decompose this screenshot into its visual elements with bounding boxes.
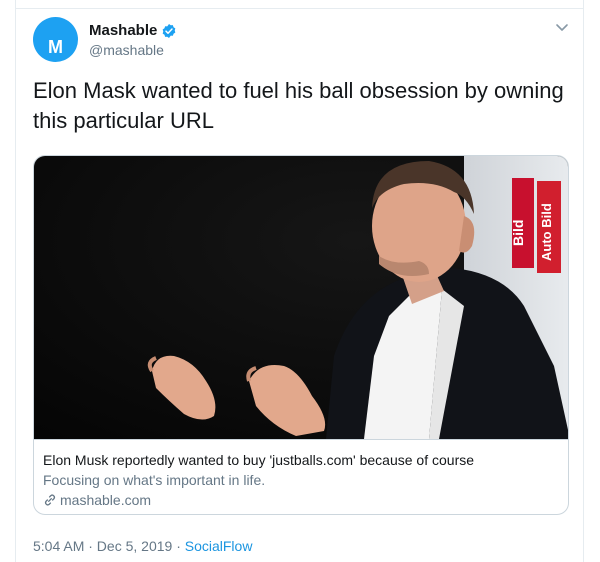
- divider: [16, 8, 583, 9]
- card-description: Focusing on what's important in life.: [43, 472, 266, 488]
- avatar[interactable]: M: [33, 17, 78, 62]
- chevron-down-icon[interactable]: [555, 22, 569, 32]
- tweet-source-link[interactable]: SocialFlow: [185, 538, 253, 554]
- avatar-letter: M: [48, 37, 63, 57]
- card-domain: mashable.com: [60, 492, 152, 508]
- tweet-meta: 5:04 AM · Dec 5, 2019 · SocialFlow: [33, 538, 252, 554]
- link-card[interactable]: Bild Auto Bild Elon Musk reportedly want…: [33, 155, 569, 515]
- author-handle[interactable]: @mashable: [89, 42, 164, 58]
- card-domain-row: mashable.com: [43, 492, 151, 508]
- tweet-container: M Mashable @mashable Elon Mask wanted to…: [15, 0, 584, 562]
- author-name-row[interactable]: Mashable: [89, 22, 177, 39]
- tweet-text: Elon Mask wanted to fuel his ball obsess…: [33, 78, 564, 133]
- link-icon: [45, 494, 55, 506]
- backdrop-text-2: Auto Bild: [539, 203, 554, 261]
- tweet-timestamp[interactable]: 5:04 AM · Dec 5, 2019 ·: [33, 538, 181, 554]
- verified-badge-icon: [163, 23, 176, 38]
- backdrop-text-1: Bild: [510, 220, 526, 246]
- card-title[interactable]: Elon Musk reportedly wanted to buy 'just…: [43, 452, 474, 468]
- card-body: Elon Musk reportedly wanted to buy 'just…: [34, 439, 568, 508]
- card-image: Bild Auto Bild: [34, 156, 568, 439]
- author-name[interactable]: Mashable: [89, 22, 157, 39]
